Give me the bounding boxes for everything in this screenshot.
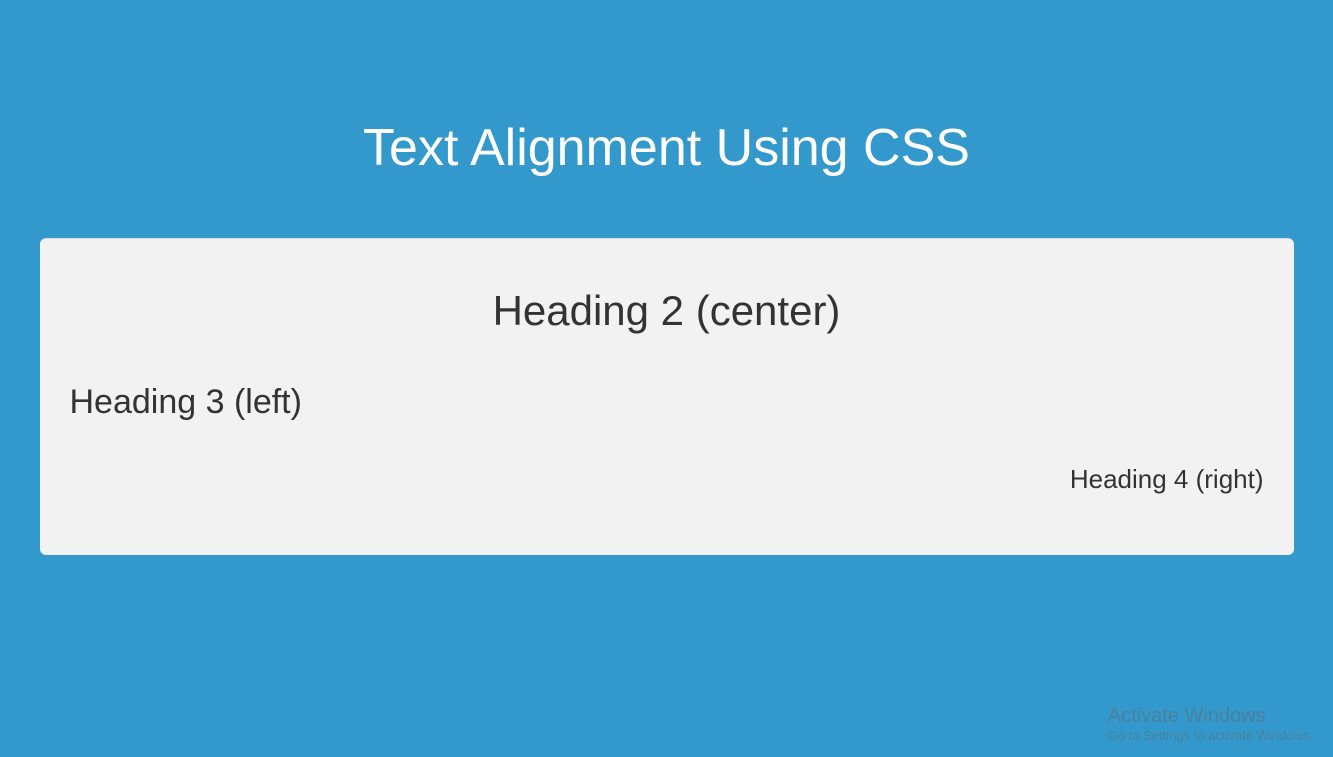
watermark-title: Activate Windows	[1108, 705, 1313, 728]
windows-activation-watermark: Activate Windows Go to Settings to activ…	[1108, 705, 1313, 743]
content-box: Heading 2 (center) Heading 3 (left) Head…	[40, 238, 1294, 555]
heading-3-left: Heading 3 (left)	[70, 383, 1264, 422]
watermark-subtitle: Go to Settings to activate Windows.	[1108, 728, 1313, 743]
page-title: Text Alignment Using CSS	[0, 118, 1333, 178]
heading-2-center: Heading 2 (center)	[70, 287, 1264, 335]
heading-4-right: Heading 4 (right)	[70, 464, 1264, 495]
